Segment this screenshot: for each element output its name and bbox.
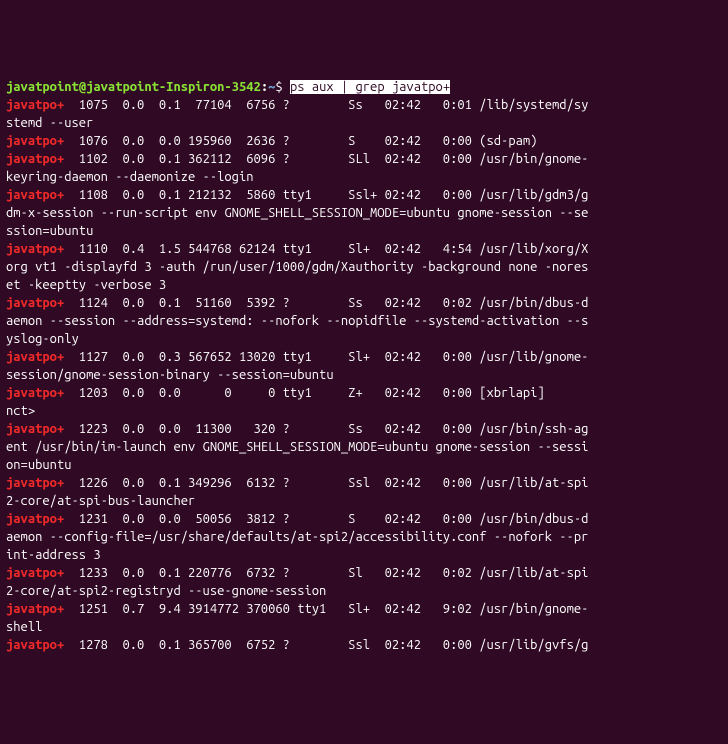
process-details: 1231 0.0 0.0 50056 3812 ? S 02:42 0:00 /… — [64, 512, 588, 526]
process-continuation: dm-x-session --run-script env GNOME_SHEL… — [6, 206, 588, 220]
process-details: 1223 0.0 0.0 11300 320 ? Ss 02:42 0:00 /… — [64, 422, 588, 436]
grep-match: javatpo+ — [6, 602, 64, 616]
process-continuation: stemd --user — [6, 116, 93, 130]
process-continuation: yslog-only — [6, 332, 79, 346]
process-row: javatpo+ 1278 0.0 0.1 365700 6752 ? Ssl … — [6, 638, 588, 652]
process-continuation: 2-core/at-spi-bus-launcher — [6, 494, 195, 508]
process-continuation: aemon --config-file=/usr/share/defaults/… — [6, 530, 588, 544]
grep-match: javatpo+ — [6, 98, 64, 112]
grep-match: javatpo+ — [6, 350, 64, 364]
prompt: javatpoint@javatpoint-Inspiron-3542:~$ — [6, 80, 290, 94]
grep-match: javatpo+ — [6, 152, 64, 166]
prompt-at: @ — [79, 80, 86, 94]
process-details: 1251 0.7 9.4 3914772 370060 tty1 Sl+ 02:… — [64, 602, 588, 616]
process-details: 1127 0.0 0.3 567652 13020 tty1 Sl+ 02:42… — [64, 350, 588, 364]
grep-match: javatpo+ — [6, 512, 64, 526]
process-continuation: 2-core/at-spi2-registryd --use-gnome-ses… — [6, 584, 326, 598]
grep-match: javatpo+ — [6, 476, 64, 490]
terminal[interactable]: javatpoint@javatpoint-Inspiron-3542:~$ p… — [6, 78, 722, 654]
process-continuation: on=ubuntu — [6, 458, 72, 472]
process-row: javatpo+ 1127 0.0 0.3 567652 13020 tty1 … — [6, 350, 588, 382]
grep-match: javatpo+ — [6, 296, 64, 310]
process-continuation: aemon --session --address=systemd: --nof… — [6, 314, 588, 328]
process-continuation: et -keeptty -verbose 3 — [6, 278, 166, 292]
process-details: 1076 0.0 0.0 195960 2636 ? S 02:42 0:00 … — [64, 134, 537, 148]
process-details: 1124 0.0 0.1 51160 5392 ? Ss 02:42 0:02 … — [64, 296, 588, 310]
process-row: javatpo+ 1102 0.0 0.1 362112 6096 ? SLl … — [6, 152, 588, 184]
process-row: javatpo+ 1226 0.0 0.1 349296 6132 ? Ssl … — [6, 476, 588, 508]
process-details: 1110 0.4 1.5 544768 62124 tty1 Sl+ 02:42… — [64, 242, 588, 256]
process-continuation: session/gnome-session-binary --session=u… — [6, 368, 334, 382]
process-row: javatpo+ 1203 0.0 0.0 0 0 tty1 Z+ 02:42 … — [6, 386, 588, 652]
process-details: 1075 0.0 0.1 77104 6756 ? Ss 02:42 0:01 … — [64, 98, 588, 112]
process-row: javatpo+ 1110 0.4 1.5 544768 62124 tty1 … — [6, 242, 588, 292]
process-continuation: org vt1 -displayfd 3 -auth /run/user/100… — [6, 260, 588, 274]
prompt-user: javatpoint — [6, 80, 79, 94]
process-row: javatpo+ 1076 0.0 0.0 195960 2636 ? S 02… — [6, 134, 537, 148]
process-continuation: ssion=ubuntu — [6, 224, 93, 238]
process-continuation: keyring-daemon --daemonize --login — [6, 170, 254, 184]
grep-match: javatpo+ — [6, 422, 64, 436]
process-continuation: shell — [6, 620, 42, 634]
process-continuation: ent /usr/bin/im-launch env GNOME_SHELL_S… — [6, 440, 588, 454]
process-row: javatpo+ 1251 0.7 9.4 3914772 370060 tty… — [6, 602, 588, 634]
prompt-dollar: $ — [275, 80, 290, 94]
process-details: 1108 0.0 0.1 212132 5860 tty1 Ssl+ 02:42… — [64, 188, 588, 202]
process-row: javatpo+ 1223 0.0 0.0 11300 320 ? Ss 02:… — [6, 422, 588, 472]
prompt-host: javatpoint-Inspiron-3542 — [86, 80, 261, 94]
grep-match: javatpo+ — [6, 188, 64, 202]
process-row: javatpo+ 1231 0.0 0.0 50056 3812 ? S 02:… — [6, 512, 588, 562]
grep-match: javatpo+ — [6, 638, 64, 652]
process-continuation: int-address 3 — [6, 548, 101, 562]
grep-match: javatpo+ — [6, 134, 64, 148]
process-row: javatpo+ 1075 0.0 0.1 77104 6756 ? Ss 02… — [6, 98, 588, 130]
process-details: 1278 0.0 0.1 365700 6752 ? Ssl 02:42 0:0… — [64, 638, 588, 652]
process-row: javatpo+ 1233 0.0 0.1 220776 6732 ? Sl 0… — [6, 566, 588, 598]
process-details: 1102 0.0 0.1 362112 6096 ? SLl 02:42 0:0… — [64, 152, 588, 166]
grep-match: javatpo+ — [6, 386, 64, 400]
process-continuation: nct> — [6, 404, 35, 418]
process-details: 1203 0.0 0.0 0 0 tty1 Z+ 02:42 0:00 [xbr… — [6, 386, 552, 418]
process-row: javatpo+ 1124 0.0 0.1 51160 5392 ? Ss 02… — [6, 296, 588, 346]
command-input[interactable]: ps aux | grep javatpo+ — [290, 80, 450, 94]
process-row: javatpo+ 1108 0.0 0.1 212132 5860 tty1 S… — [6, 188, 588, 238]
grep-match: javatpo+ — [6, 242, 64, 256]
ps-output: javatpo+ 1075 0.0 0.1 77104 6756 ? Ss 02… — [6, 96, 722, 654]
process-details: 1226 0.0 0.1 349296 6132 ? Ssl 02:42 0:0… — [64, 476, 588, 490]
